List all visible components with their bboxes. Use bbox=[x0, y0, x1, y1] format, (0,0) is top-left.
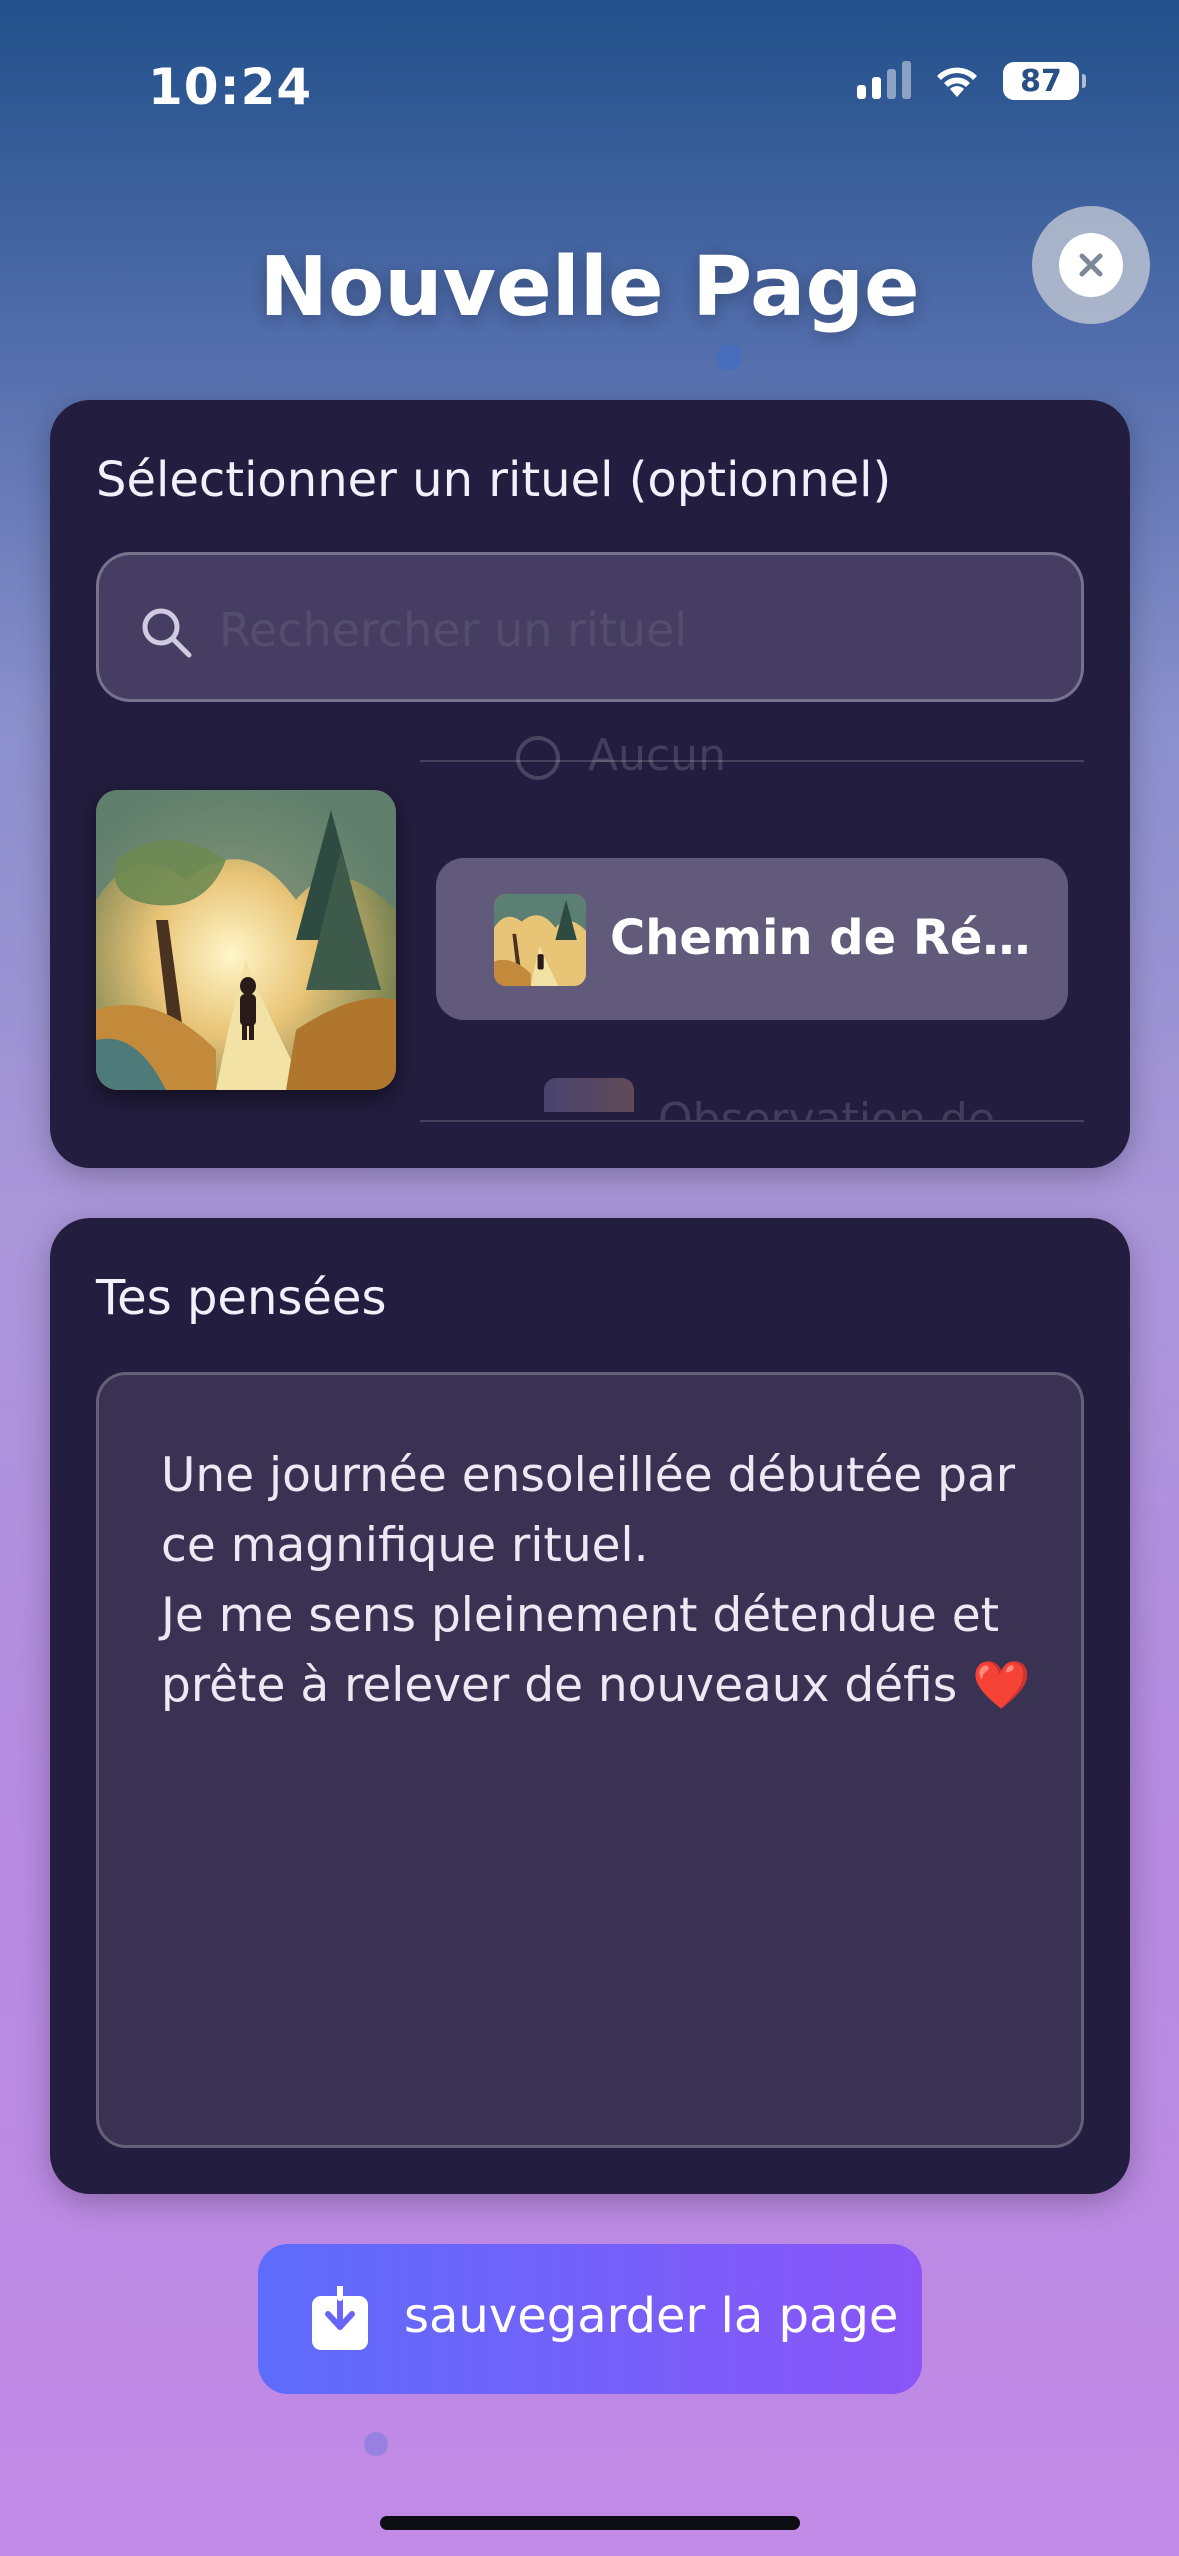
home-indicator[interactable] bbox=[380, 2516, 800, 2530]
page-title: Nouvelle Page bbox=[259, 240, 920, 335]
download-icon bbox=[312, 2286, 368, 2350]
selected-ritual-thumbnail bbox=[494, 894, 586, 986]
thoughts-card-label: Tes pensées bbox=[96, 1270, 387, 1326]
decorative-dot bbox=[716, 344, 742, 370]
picker-item-selected[interactable]: Chemin de Ré… bbox=[436, 858, 1068, 1020]
picker-radio-none bbox=[516, 736, 560, 780]
battery-icon: 87 bbox=[1003, 62, 1086, 100]
thoughts-text: Une journée ensoleillée débutée par ce m… bbox=[161, 1448, 1016, 1713]
ritual-card-label: Sélectionner un rituel (optionnel) bbox=[96, 452, 892, 508]
picker-item-next-thumbnail bbox=[544, 1078, 634, 1112]
wifi-icon bbox=[937, 67, 977, 97]
selected-ritual-image bbox=[96, 790, 396, 1090]
picker-divider-bottom bbox=[420, 1120, 1084, 1122]
close-button[interactable] bbox=[1032, 206, 1150, 324]
status-icons: 87 bbox=[857, 61, 1086, 100]
cellular-signal-icon bbox=[857, 61, 911, 99]
thoughts-text-area[interactable]: Une journée ensoleillée débutée par ce m… bbox=[96, 1372, 1084, 2148]
picker-item-previous[interactable]: Aucun bbox=[588, 730, 726, 781]
heart-emoji: ❤️ bbox=[972, 1658, 1031, 1713]
save-page-label: sauvegarder la page bbox=[404, 2288, 899, 2344]
ritual-search-field[interactable] bbox=[96, 552, 1084, 702]
thoughts-text-content[interactable]: Une journée ensoleillée débutée par ce m… bbox=[161, 1441, 1041, 1721]
close-icon bbox=[1079, 253, 1103, 277]
ritual-search-input[interactable] bbox=[219, 595, 1059, 665]
thoughts-card: Tes pensées Une journée ensoleillée débu… bbox=[50, 1218, 1130, 2194]
save-page-button[interactable]: sauvegarder la page bbox=[258, 2244, 922, 2394]
picker-item-selected-label: Chemin de Ré… bbox=[610, 910, 1031, 966]
ritual-card: Sélectionner un rituel (optionnel) Reche… bbox=[50, 400, 1130, 1168]
decorative-dot-bottom bbox=[364, 2432, 388, 2456]
battery-level: 87 bbox=[1020, 63, 1062, 99]
search-icon bbox=[142, 608, 192, 658]
picker-item-next[interactable]: Observation de bbox=[658, 1090, 995, 1120]
status-time: 10:24 bbox=[148, 58, 313, 116]
